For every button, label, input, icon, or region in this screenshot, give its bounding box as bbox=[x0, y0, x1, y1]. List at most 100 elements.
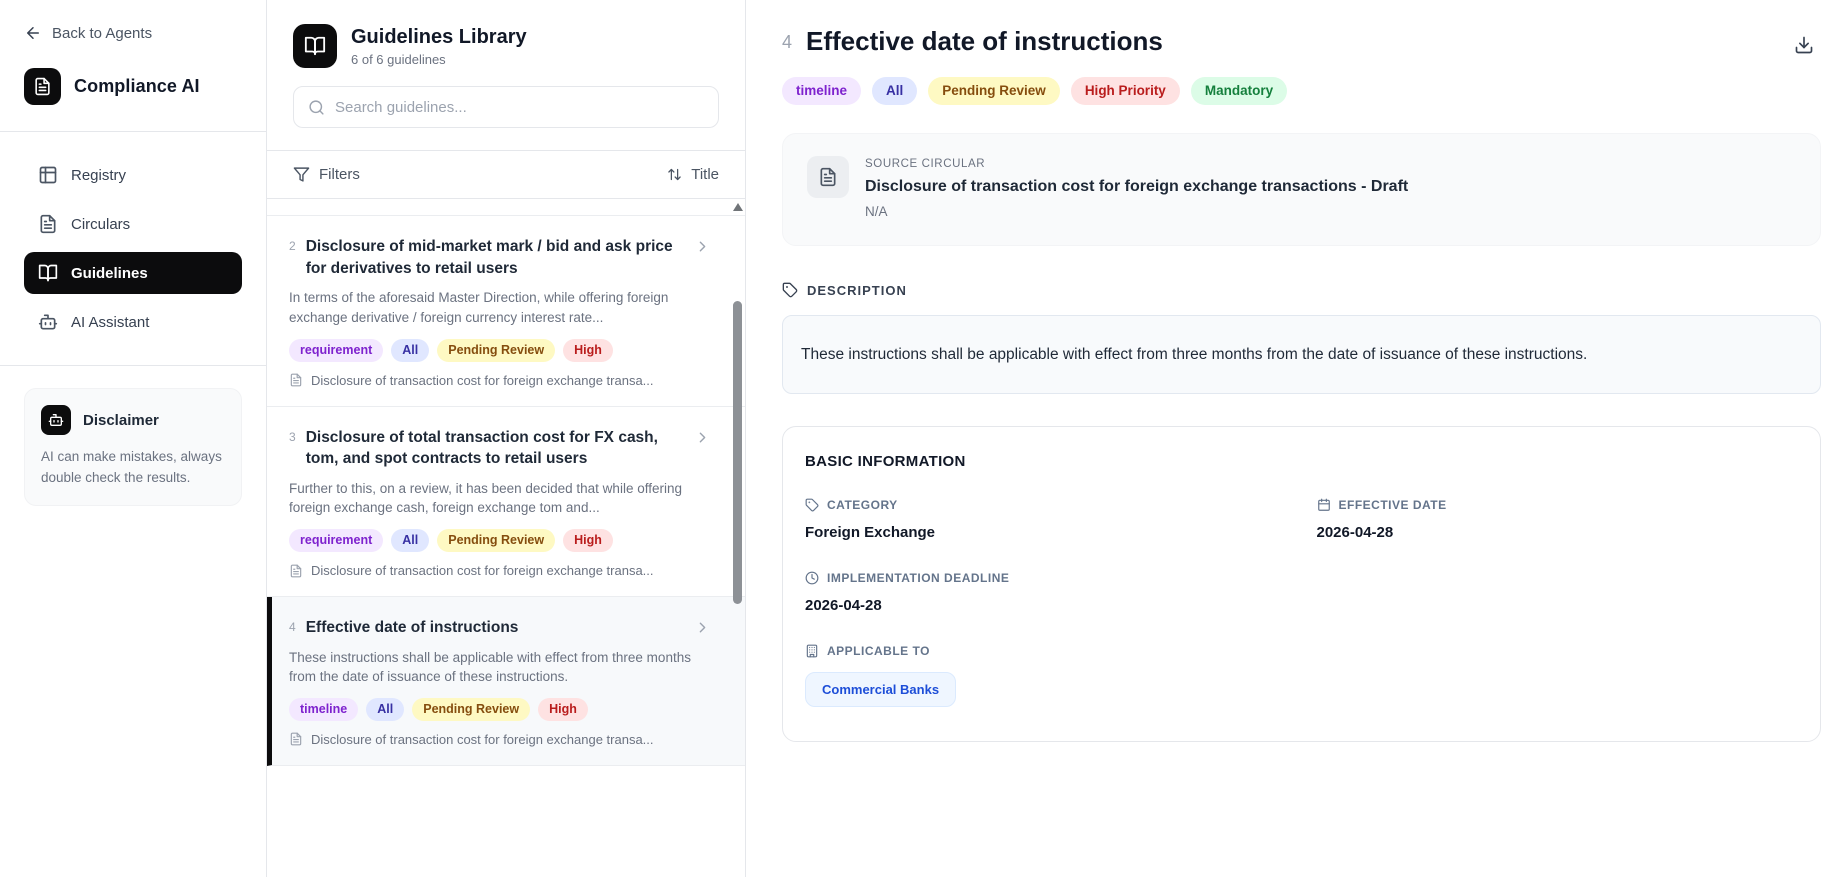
tag-all: All bbox=[391, 338, 430, 362]
scrollbar-thumb[interactable] bbox=[733, 301, 742, 604]
field-value: Foreign Exchange bbox=[805, 524, 936, 542]
search-input[interactable] bbox=[335, 98, 704, 116]
item-number: 2 bbox=[289, 239, 296, 253]
basic-information-card: BASIC INFORMATION CATEGORY Foreign Exchan… bbox=[782, 426, 1821, 743]
tag-all: All bbox=[872, 77, 918, 106]
basic-information-heading: BASIC INFORMATION bbox=[805, 453, 966, 471]
field-label-text: EFFECTIVE DATE bbox=[1338, 498, 1447, 513]
list-item[interactable]: 4 Effective date of instructions These ins… bbox=[267, 597, 745, 766]
app-window: Back to Agents Compliance AI Registry Cir… bbox=[0, 0, 1835, 877]
back-to-agents-label: Back to Agents bbox=[52, 24, 153, 42]
list-scrollbar[interactable] bbox=[731, 199, 744, 877]
item-tags: timeline All Pending Review High bbox=[289, 697, 711, 721]
sidebar-item-circulars[interactable]: Circulars bbox=[24, 203, 242, 245]
item-header: 4 Effective date of instructions bbox=[289, 617, 711, 639]
disclaimer-title: Disclaimer bbox=[83, 411, 159, 429]
tag-icon bbox=[782, 282, 798, 298]
item-header: 2 Disclosure of mid-market mark / bid and… bbox=[289, 236, 711, 279]
tag-all: All bbox=[391, 529, 430, 552]
item-title: Effective date of instructions bbox=[305, 619, 519, 636]
scrollbar-up-arrow-icon[interactable] bbox=[733, 203, 743, 211]
item-title: Disclosure of mid-market mark / bid and … bbox=[305, 238, 673, 277]
item-source-text: Disclosure of transaction cost for forei… bbox=[311, 563, 654, 578]
source-circular-subtitle: N/A bbox=[865, 204, 888, 220]
book-open-icon bbox=[38, 263, 58, 283]
chevron-right-icon bbox=[694, 619, 711, 636]
funnel-icon bbox=[293, 166, 310, 183]
basic-col-right: EFFECTIVE DATE 2026-04-28 bbox=[1317, 498, 1799, 707]
file-text-icon bbox=[38, 214, 58, 234]
sidebar-nav: Registry Circulars Guidelines AI Assistant bbox=[24, 154, 242, 343]
building-icon bbox=[805, 644, 819, 658]
source-file-badge bbox=[807, 156, 849, 199]
search-wrap bbox=[267, 86, 745, 150]
source-circular-card[interactable]: SOURCE CIRCULAR Disclosure of transactio… bbox=[782, 133, 1821, 247]
bot-icon bbox=[48, 412, 64, 428]
item-source-text: Disclosure of transaction cost for forei… bbox=[311, 372, 654, 388]
file-text-icon bbox=[289, 564, 303, 578]
download-button[interactable] bbox=[1787, 28, 1821, 62]
item-source-text: Disclosure of transaction cost for forei… bbox=[311, 731, 654, 747]
item-tags: requirement All Pending Review High bbox=[289, 338, 711, 362]
brand: Compliance AI bbox=[24, 68, 242, 105]
chevron-right-icon bbox=[694, 429, 711, 446]
back-to-agents-link[interactable]: Back to Agents bbox=[24, 24, 242, 42]
file-text-icon bbox=[33, 77, 52, 96]
item-title: Disclosure of total transaction cost for… bbox=[305, 428, 658, 468]
sidebar-item-ai-assistant[interactable]: AI Assistant bbox=[24, 301, 242, 343]
list-item[interactable]: 2 Disclosure of mid-market mark / bid and… bbox=[267, 216, 745, 407]
detail-header: 4 Effective date of instructions bbox=[782, 26, 1821, 62]
tag-icon bbox=[805, 498, 819, 512]
item-tags: requirement All Pending Review High bbox=[289, 529, 711, 552]
sidebar-item-label: Circulars bbox=[71, 215, 131, 233]
library-header: Guidelines Library 6 of 6 guidelines bbox=[267, 0, 745, 86]
field-label-text: IMPLEMENTATION DEADLINE bbox=[827, 571, 1010, 586]
chevron-right-icon bbox=[694, 238, 711, 255]
disclaimer-header: Disclaimer bbox=[41, 405, 225, 435]
search-icon bbox=[308, 99, 325, 116]
field-label-text: APPLICABLE TO bbox=[827, 644, 930, 659]
item-source: Disclosure of transaction cost for forei… bbox=[289, 732, 711, 747]
item-source: Disclosure of transaction cost for forei… bbox=[289, 563, 711, 578]
file-text-icon bbox=[818, 167, 838, 187]
sort-button[interactable]: Title bbox=[667, 166, 719, 183]
sidebar-divider bbox=[0, 131, 266, 132]
library-title: Guidelines Library bbox=[351, 25, 527, 48]
field-label: APPLICABLE TO bbox=[805, 644, 1287, 658]
field-label: IMPLEMENTATION DEADLINE bbox=[805, 571, 1287, 585]
item-description: Further to this, on a review, it has bee… bbox=[289, 480, 682, 516]
tag-high-priority: High Priority bbox=[1070, 77, 1180, 106]
field-label: EFFECTIVE DATE bbox=[1317, 498, 1799, 512]
tag-all: All bbox=[366, 697, 405, 721]
tag-timeline: timeline bbox=[289, 697, 359, 721]
detail-tags: timeline All Pending Review High Priority Ma… bbox=[782, 77, 1821, 106]
tag-mandatory: Mandatory bbox=[1190, 77, 1288, 106]
sidebar-divider bbox=[0, 365, 266, 366]
applicable-to-pill[interactable]: Commercial Banks bbox=[805, 672, 957, 708]
file-text-icon bbox=[289, 732, 303, 746]
description-heading: DESCRIPTION bbox=[782, 282, 1821, 298]
arrow-left-icon bbox=[24, 24, 42, 42]
filters-button[interactable]: Filters bbox=[293, 166, 360, 183]
guideline-list-area: 2 Disclosure of mid-market mark / bid and… bbox=[267, 198, 745, 877]
guideline-list: 2 Disclosure of mid-market mark / bid and… bbox=[267, 216, 745, 766]
filters-label: Filters bbox=[319, 166, 360, 183]
file-text-icon bbox=[289, 373, 303, 387]
description-box: These instructions shall be applicable w… bbox=[782, 315, 1821, 395]
download-icon bbox=[1794, 35, 1814, 55]
item-description: These instructions shall be applicable w… bbox=[289, 649, 691, 685]
field-effective-date: EFFECTIVE DATE 2026-04-28 bbox=[1317, 498, 1799, 541]
sort-label: Title bbox=[691, 166, 719, 183]
sidebar-item-guidelines[interactable]: Guidelines bbox=[24, 252, 242, 294]
item-description: In terms of the aforesaid Master Directi… bbox=[289, 290, 669, 325]
field-implementation-deadline: IMPLEMENTATION DEADLINE 2026-04-28 bbox=[805, 571, 1287, 614]
tag-pending-review: Pending Review bbox=[437, 529, 556, 552]
sidebar-item-registry[interactable]: Registry bbox=[24, 154, 242, 196]
field-label-text: CATEGORY bbox=[827, 498, 898, 513]
list-item[interactable]: 3 Disclosure of total transaction cost fo… bbox=[267, 407, 745, 597]
disclaimer-badge bbox=[41, 405, 71, 435]
search-box[interactable] bbox=[293, 86, 719, 128]
sidebar-item-label: AI Assistant bbox=[71, 313, 150, 331]
tag-timeline: timeline bbox=[782, 77, 862, 106]
tag-high: High bbox=[538, 697, 588, 721]
